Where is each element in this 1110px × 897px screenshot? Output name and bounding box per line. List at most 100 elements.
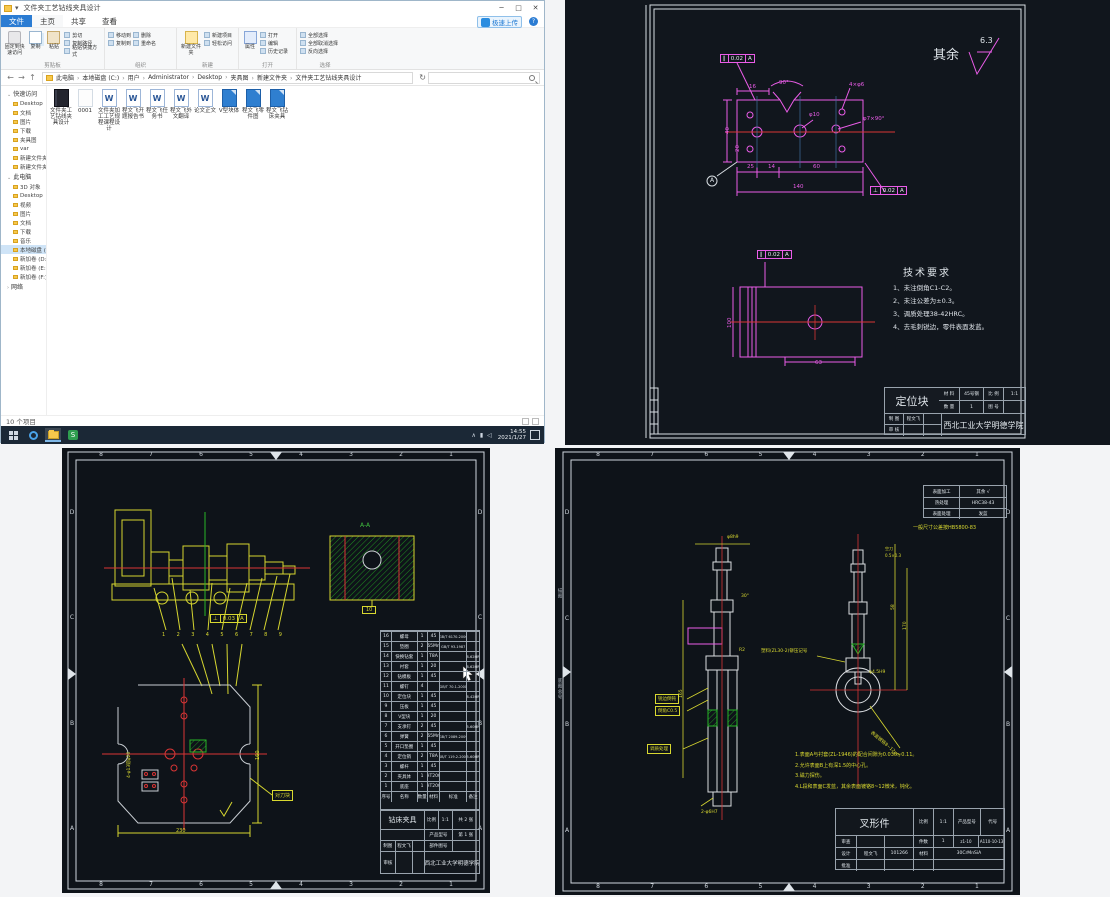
notification-center-icon[interactable] (530, 430, 540, 440)
search-input[interactable] (428, 72, 540, 84)
sidebar-item[interactable]: 视频 (1, 200, 46, 209)
sidebar-item[interactable]: 新加卷 (F:) (1, 272, 46, 281)
breadcrumb-segment[interactable]: 本地磁盘 (C:) (82, 73, 127, 82)
copy-to-button[interactable]: 复制到 (108, 39, 131, 47)
sidebar-item[interactable]: 夹具图 (1, 135, 46, 144)
cad-drawing-fork-part: 87654321 87654321 DCBA DCBA 表面加工其余 √ 热处理… (555, 448, 1020, 895)
breadcrumb[interactable]: 此电脑本地磁盘 (C:)用户AdministratorDesktop夹具图新建文… (42, 72, 413, 84)
close-button[interactable]: ✕ (527, 1, 544, 15)
properties-button[interactable]: 属性 (242, 30, 258, 51)
thumbnail-view-icon[interactable] (532, 418, 539, 425)
bom-row: 13 衬套 1 20 58-62HRC (381, 661, 479, 671)
tab-home[interactable]: 主页 (32, 15, 63, 27)
quick-access-toolbar-icon[interactable]: ▾ (15, 4, 19, 12)
sidebar-item[interactable]: 图片 (1, 117, 46, 126)
upload-button[interactable]: 极速上传 (477, 16, 522, 28)
taskbar-clock[interactable]: 14:55 2021/1/27 (498, 429, 526, 441)
tray-chevron-icon[interactable]: ∧ (471, 432, 475, 439)
dim-170: 170 (903, 621, 908, 630)
new-item-button[interactable]: 新建项目 (204, 31, 232, 39)
sidebar-item[interactable]: 下载 (1, 227, 46, 236)
move-to-button[interactable]: 移动到 (108, 31, 131, 39)
breadcrumb-segment[interactable]: Desktop (197, 74, 230, 81)
delete-button[interactable]: 删除 (133, 31, 156, 39)
breadcrumb-segment[interactable]: 此电脑 (56, 73, 82, 82)
sidebar-item[interactable]: 新加卷 (E:) (1, 263, 46, 272)
file-item[interactable]: 程文飞任务书 (145, 89, 169, 120)
balloon-number: 4 (206, 632, 209, 638)
start-button[interactable] (5, 428, 21, 442)
sidebar-this-pc[interactable]: ⌄此电脑 (1, 171, 46, 182)
back-button[interactable]: ← (5, 73, 16, 82)
tab-view[interactable]: 查看 (94, 15, 125, 27)
sidebar-item[interactable]: Desktop (1, 191, 46, 200)
edit-button[interactable]: 编辑 (260, 39, 288, 47)
tab-share[interactable]: 共享 (63, 15, 94, 27)
sidebar-item[interactable]: 文档 (1, 218, 46, 227)
master-drawing-stamp: 底图总号 (556, 678, 562, 700)
sidebar-network[interactable]: ›网络 (1, 281, 46, 292)
sidebar-item[interactable]: 新建文件夹 (2) (1, 162, 46, 171)
paste-button[interactable]: 粘贴 (46, 30, 62, 51)
dim-25: 25 (747, 164, 754, 170)
sidebar-item[interactable]: 文档 (1, 108, 46, 117)
balloon-number: 6 (235, 632, 238, 638)
sidebar-item[interactable]: 音乐 (1, 236, 46, 245)
sidebar-item[interactable]: 本地磁盘 (C:) (1, 245, 46, 254)
file-item[interactable]: 程文飞钻床夹具 (265, 89, 289, 120)
maximize-button[interactable]: □ (510, 1, 527, 15)
file-item[interactable]: 程文飞零件图 (241, 89, 265, 120)
select-all-button[interactable]: 全部选择 (300, 31, 338, 39)
paste-shortcut-button[interactable]: 粘贴快捷方式 (64, 47, 101, 55)
file-item[interactable]: 论文正文 (193, 89, 217, 114)
breadcrumb-segment[interactable]: 夹具图 (231, 73, 257, 82)
group-label-organize: 组织 (107, 61, 174, 69)
general-tolerance-note: 一般尺寸公差按HB5800-83 (913, 524, 976, 531)
file-item[interactable]: 程文飞外文翻译 (169, 89, 193, 120)
sidebar-item[interactable]: 新建文件夹 (1, 153, 46, 162)
copy-icon (29, 31, 42, 44)
surface-finish-note: 其余 (933, 44, 959, 63)
volume-icon[interactable]: ◁ (487, 432, 492, 439)
sidebar-item[interactable]: 3D 对象 (1, 182, 46, 191)
copy-button[interactable]: 复制 (27, 30, 43, 51)
taskbar-green-app-icon[interactable]: S (65, 428, 81, 442)
up-button[interactable]: ↑ (27, 73, 38, 82)
forward-button[interactable]: → (16, 73, 27, 82)
invert-selection-button[interactable]: 反向选择 (300, 47, 338, 55)
network-icon[interactable]: ▮ (480, 432, 483, 439)
sidebar-item[interactable]: Desktop (1, 99, 46, 108)
sidebar-item[interactable]: 图片 (1, 209, 46, 218)
file-item[interactable]: 文件夹加工工艺规程课程设计 (97, 89, 121, 132)
sidebar-item[interactable]: var (1, 144, 46, 153)
dim-30deg: 30° (741, 594, 749, 599)
breadcrumb-segment[interactable]: 用户 (128, 73, 148, 82)
easy-access-button[interactable]: 轻松访问 (204, 39, 232, 47)
help-icon[interactable]: ? (529, 17, 538, 26)
pin-to-quick-access-button[interactable]: 固定到快速访问 (4, 30, 25, 56)
tab-file[interactable]: 文件 (1, 15, 32, 27)
file-item[interactable]: 文件夹工艺钻线夹具设计 (49, 89, 73, 126)
sidebar-item[interactable]: 新加卷 (D:) (1, 254, 46, 263)
file-item[interactable]: 程文飞开题报告书 (121, 89, 145, 120)
sidebar-item[interactable]: 下载 (1, 126, 46, 135)
new-folder-button[interactable]: 新建文件夹 (180, 30, 202, 56)
breadcrumb-segment[interactable]: 文件夹工艺钻线夹具设计 (295, 73, 367, 82)
file-item[interactable]: 0001 (73, 89, 97, 114)
taskbar-browser-icon[interactable] (25, 428, 41, 442)
rename-button[interactable]: 重命名 (133, 39, 156, 47)
file-item[interactable]: V型块体 (217, 89, 241, 114)
refresh-icon[interactable]: ↻ (419, 73, 426, 82)
breadcrumb-segment[interactable]: 新建文件夹 (257, 73, 295, 82)
breadcrumb-segment[interactable]: Administrator (148, 74, 197, 81)
ribbon-tabs: 文件 主页 共享 查看 极速上传 ? (1, 15, 544, 28)
minimize-button[interactable]: ─ (493, 1, 510, 15)
sidebar-quick-access[interactable]: ⌄快速访问 (1, 88, 46, 99)
this-pc-list: 3D 对象 Desktop 视频 图片 文档 下载 音乐 本地磁盘 (C:) 新… (1, 182, 46, 281)
cut-button[interactable]: 剪切 (64, 31, 101, 39)
details-view-icon[interactable] (522, 418, 529, 425)
open-button[interactable]: 打开 (260, 31, 288, 39)
select-none-button[interactable]: 全部取消选择 (300, 39, 338, 47)
history-button[interactable]: 历史记录 (260, 47, 288, 55)
taskbar-explorer-icon[interactable] (45, 428, 61, 442)
